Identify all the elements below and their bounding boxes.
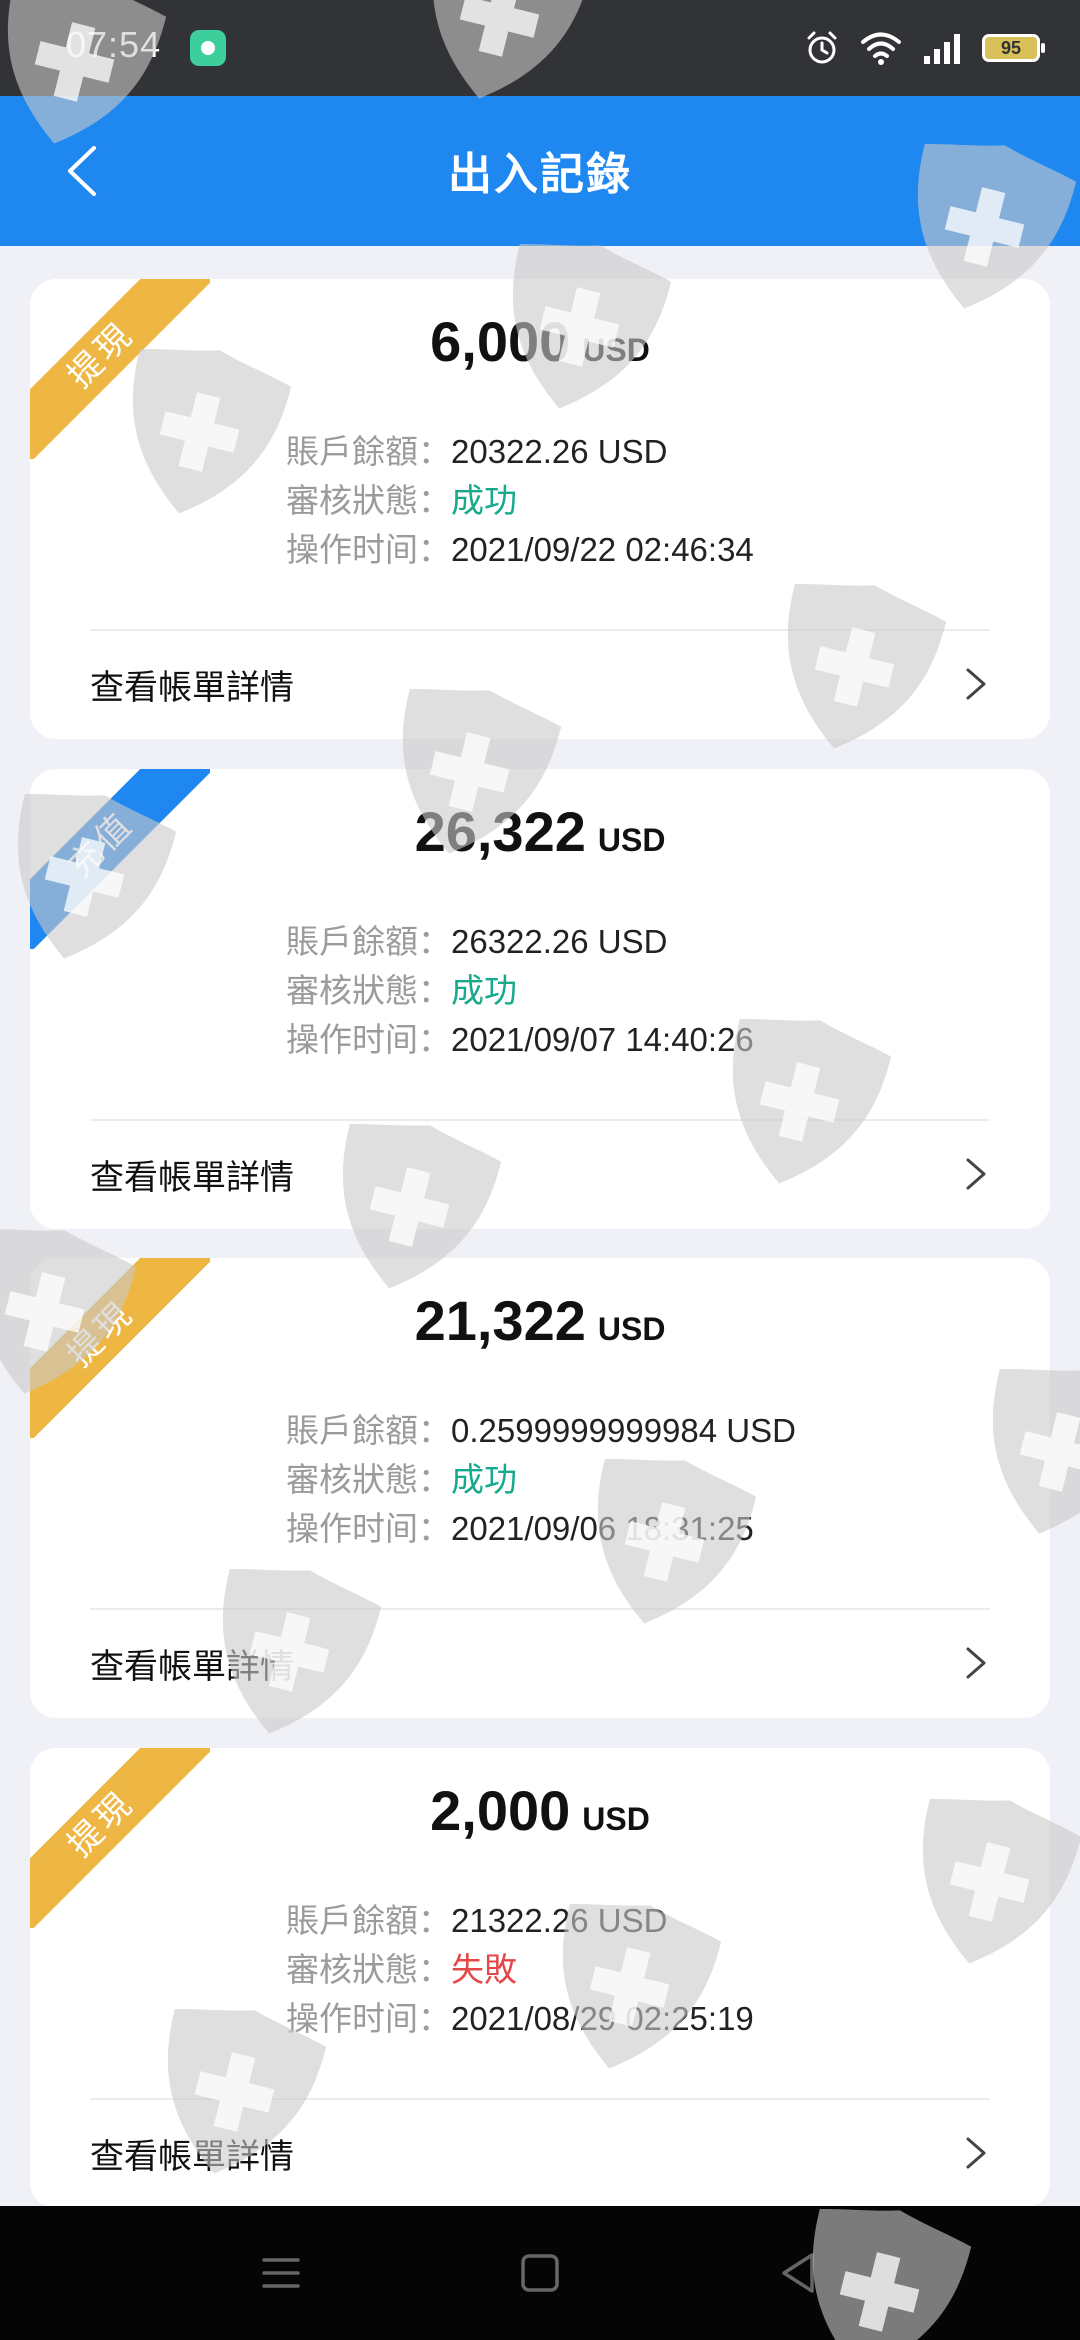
- record-currency: USD: [582, 1801, 650, 1837]
- time-value: 2021/09/06 18:31:25: [451, 1510, 754, 1547]
- view-bill-detail-link[interactable]: 查看帳單詳情: [90, 1119, 990, 1229]
- record-card: 提現 6,000 USD 賬戶餘額：20322.26 USD 審核狀態：成功 操作…: [30, 279, 1050, 739]
- record-amount: 26,322: [414, 800, 586, 863]
- record-info: 賬戶餘額：20322.26 USD 審核狀態：成功 操作时间：2021/09/2…: [286, 427, 754, 574]
- record-amount: 21,322: [414, 1289, 586, 1352]
- record-info: 賬戶餘額：0.2599999999984 USD 審核狀態：成功 操作时间：20…: [286, 1406, 796, 1553]
- view-bill-detail-link[interactable]: 查看帳單詳情: [90, 2098, 990, 2208]
- record-card: 提現 21,322 USD 賬戶餘額：0.2599999999984 USD 審核…: [30, 1258, 1050, 1718]
- status-icons: 95: [804, 26, 1045, 70]
- app-header: 出入記錄: [0, 96, 1080, 246]
- balance-value: 0.2599999999984 USD: [451, 1412, 796, 1449]
- status-value: 成功: [451, 481, 517, 520]
- status-bar: 07:54 95: [0, 0, 1080, 96]
- record-amount-row: 6,000 USD: [30, 309, 1050, 374]
- record-currency: USD: [597, 822, 666, 858]
- app-notification-icon: [190, 30, 226, 66]
- page-title: 出入記錄: [448, 149, 632, 200]
- status-time: 07:54: [66, 24, 162, 65]
- record-amount: 6,000: [430, 310, 571, 373]
- balance-label: 賬戶餘額：: [286, 1901, 451, 1940]
- detail-link-label: 查看帳單詳情: [90, 2136, 294, 2177]
- balance-label: 賬戶餘額：: [286, 922, 451, 961]
- alarm-icon: [807, 31, 837, 64]
- detail-link-label: 查看帳單詳情: [90, 667, 294, 708]
- recent-apps-button[interactable]: [248, 2240, 314, 2306]
- record-amount-row: 2,000 USD: [30, 1778, 1050, 1843]
- chevron-right-icon: [966, 668, 986, 700]
- time-label: 操作时间：: [286, 1999, 451, 2038]
- chevron-right-icon: [966, 2137, 986, 2169]
- status-value: 成功: [451, 1460, 517, 1499]
- time-value: 2021/09/07 14:40:26: [451, 1021, 754, 1058]
- balance-value: 20322.26 USD: [451, 433, 668, 470]
- detail-link-label: 查看帳單詳情: [90, 1646, 294, 1687]
- status-label: 審核狀態：: [286, 1950, 451, 1989]
- status-value: 失敗: [451, 1950, 517, 1989]
- detail-link-label: 查看帳單詳情: [90, 1157, 294, 1198]
- view-bill-detail-link[interactable]: 查看帳單詳情: [90, 629, 990, 739]
- record-currency: USD: [582, 332, 650, 368]
- battery-icon: 95: [982, 34, 1045, 62]
- balance-value: 26322.26 USD: [451, 923, 668, 960]
- balance-value: 21322.26 USD: [451, 1902, 668, 1939]
- system-back-button[interactable]: [766, 2240, 832, 2306]
- wifi-icon: [861, 32, 901, 65]
- battery-level: 95: [1000, 37, 1022, 58]
- status-label: 審核狀態：: [286, 971, 451, 1010]
- home-button[interactable]: [507, 2240, 573, 2306]
- status-label: 審核狀態：: [286, 1460, 451, 1499]
- record-card: 充值 26,322 USD 賬戶餘額：26322.26 USD 審核狀態：成功 操…: [30, 769, 1050, 1229]
- record-currency: USD: [597, 1311, 666, 1347]
- time-value: 2021/08/29 02:25:19: [451, 2000, 754, 2037]
- menu-icon: [262, 2258, 300, 2288]
- record-info: 賬戶餘額：26322.26 USD 審核狀態：成功 操作时间：2021/09/0…: [286, 917, 754, 1064]
- record-amount: 2,000: [430, 1779, 571, 1842]
- status-value: 成功: [451, 971, 517, 1010]
- home-square-icon: [521, 2254, 559, 2292]
- balance-label: 賬戶餘額：: [286, 432, 451, 471]
- system-nav-bar: [0, 2206, 1080, 2340]
- record-info: 賬戶餘額：21322.26 USD 審核狀態：失敗 操作时间：2021/08/2…: [286, 1896, 754, 2043]
- chevron-right-icon: [966, 1158, 986, 1190]
- view-bill-detail-link[interactable]: 查看帳單詳情: [90, 1608, 990, 1718]
- record-amount-row: 26,322 USD: [30, 799, 1050, 864]
- record-card: 提現 2,000 USD 賬戶餘額：21322.26 USD 審核狀態：失敗 操作…: [30, 1748, 1050, 2208]
- status-label: 審核狀態：: [286, 481, 451, 520]
- time-value: 2021/09/22 02:46:34: [451, 531, 754, 568]
- time-label: 操作时间：: [286, 1020, 451, 1059]
- balance-label: 賬戶餘額：: [286, 1411, 451, 1450]
- record-amount-row: 21,322 USD: [30, 1288, 1050, 1353]
- back-triangle-icon: [782, 2253, 814, 2293]
- time-label: 操作时间：: [286, 1509, 451, 1548]
- chevron-right-icon: [966, 1647, 986, 1679]
- time-label: 操作时间：: [286, 530, 451, 569]
- signal-icon: [924, 34, 960, 64]
